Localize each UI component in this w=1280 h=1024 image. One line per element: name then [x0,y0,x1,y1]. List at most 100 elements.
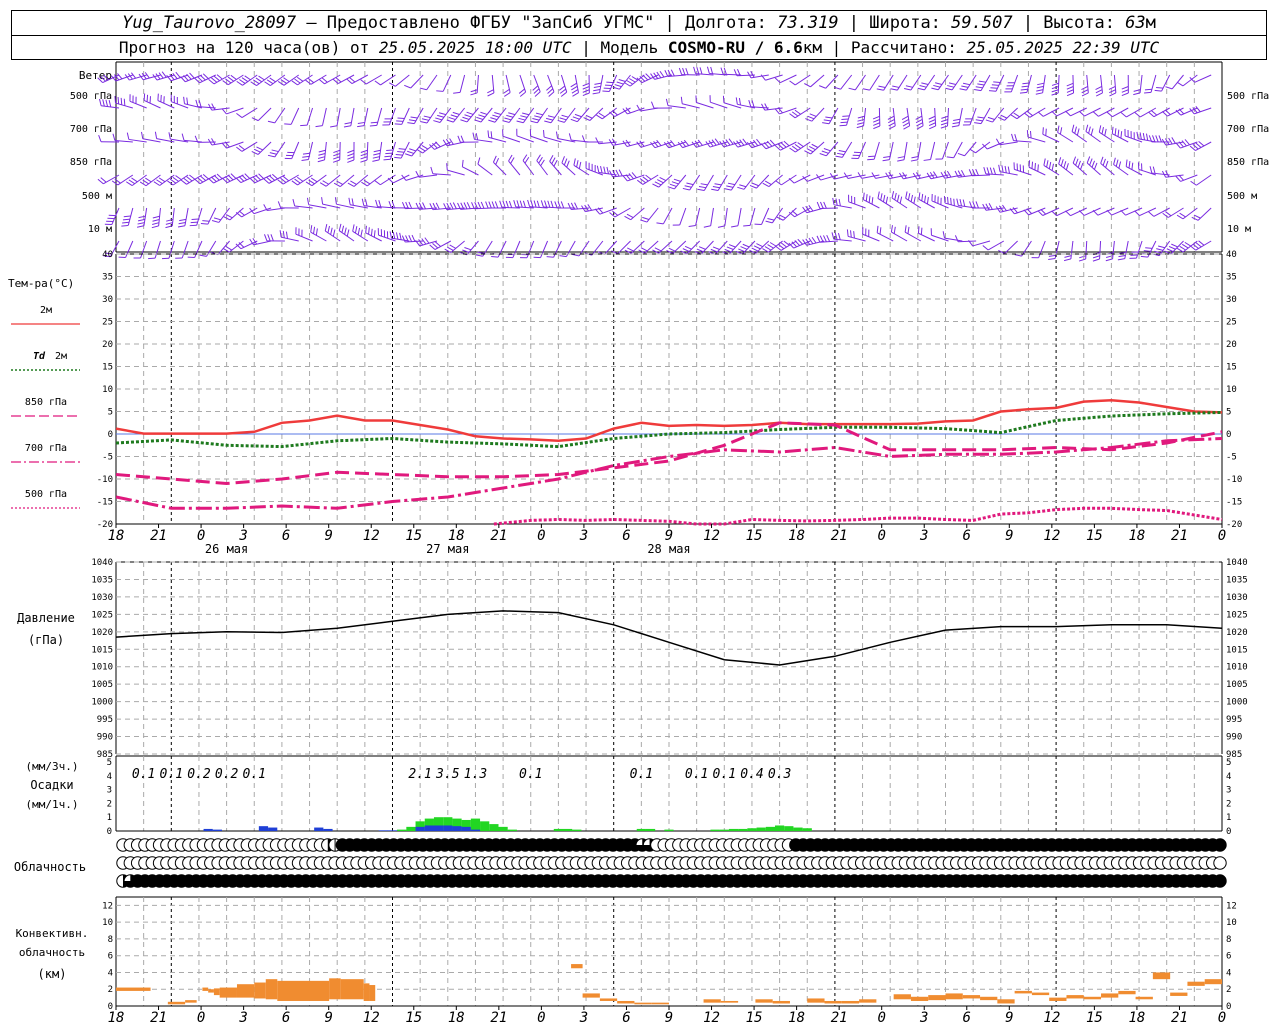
temp-panel-tick-label-right: -5 [1226,453,1237,463]
wind-barb-feather [1065,210,1071,217]
wind-barb [781,174,797,186]
precip-bar-green [406,826,416,831]
wind-barb [857,141,867,159]
precip-bar-blue [258,826,269,831]
wind-barb-feather [249,207,255,214]
wind-barb-feather [1004,165,1007,173]
wind-barb [466,107,479,123]
wind-barb [213,74,230,85]
wind-barb-feather [263,178,270,184]
wind-barb-feather [1057,125,1060,133]
temp-panel-tick-label-left: 20 [102,340,113,350]
wind-barb-feather [819,85,826,89]
wind-barb-feather [404,84,411,89]
wind-barb-feather [1165,86,1173,90]
wind-barb [980,74,991,91]
wind-barb-feather [126,132,130,140]
precip-bar-green [498,826,508,831]
wind-barb-feather [626,80,634,85]
wind-barb-feather [883,155,891,159]
wind-barb-feather [850,230,852,238]
wind-barb-feather [968,169,973,176]
wind-barb-feather [749,185,757,189]
wind-barb-feather [989,167,993,175]
wind-barb-feather [1131,162,1134,170]
wind-barb [891,231,908,242]
wind-barb-feather [1193,214,1201,219]
wind-barb [640,141,659,148]
wind-barb-feather [1095,92,1103,97]
time-axis-bottom-label: 6 [282,1010,290,1024]
wind-barb-feather [216,74,223,80]
temp-panel-tick-label-left: 35 [102,273,113,283]
wind-barb-feather [508,112,516,116]
wind-barb-feather [740,246,748,250]
time-axis-bottom-label: 0 [877,1010,885,1024]
pressure-panel-tick-label-right: 1025 [1226,610,1248,620]
wind-barb-feather [294,178,301,184]
convective-cloud-bar [997,999,1015,1004]
wind-barb-feather [738,97,741,106]
wind-barb [710,207,714,226]
wind-barb-feather [642,216,650,221]
time-axis-mid-label: 3 [579,528,588,544]
wind-barb [497,240,507,258]
wind-barb [703,174,714,191]
time-axis-mid-label: 15 [1086,528,1103,544]
wind-barb-feather [401,174,407,181]
wind-barb-feather [879,227,882,235]
wind-barb [696,102,714,109]
wind-barb-feather [917,226,920,234]
time-axis-bottom-label: 21 [831,1010,848,1024]
wind-barb [1085,131,1101,143]
wind-barb-feather [780,142,787,148]
wind-barb [1124,240,1129,259]
wind-barb-feather [1158,135,1162,143]
wind-barb-feather [1105,258,1113,262]
wind-barb-feather [520,115,528,118]
wind-barb-feather [1001,165,1004,173]
wind-barb-feather [558,85,566,91]
time-axis-bottom-label: 0 [537,1010,545,1024]
wind-barb-feather [594,208,601,215]
wind-barb-feather [697,188,705,191]
precip-tick-label-right: 1 [1226,813,1231,823]
wind-barb-feather [993,81,1001,83]
wind-barb-feather [823,201,827,209]
wind-barb-feather [1176,81,1184,87]
wind-barb [154,240,161,259]
wind-barb-feather [561,114,569,118]
wind-barb-feather [117,73,123,80]
wind-barb-feather [962,199,966,207]
wind-barb-feather [788,177,795,184]
precip-bar-green [563,828,573,831]
wind-barb-feather [492,155,497,163]
wind-barb-feather [728,244,736,248]
wind-barb-feather [688,225,696,227]
wind-barb [674,174,687,190]
wind-barb-feather [1075,158,1079,166]
wind-barb-feather [398,148,406,150]
wind-barb-feather [1048,258,1056,261]
wind-barb-feather [821,150,829,154]
wind-barb [1139,207,1157,217]
wind-barb-feather [682,187,690,191]
time-axis-mid-label: 21 [1171,528,1188,544]
temp-panel-tick-label-right: 5 [1226,408,1231,418]
wind-barb-feather [411,234,416,242]
wind-barb-feather [595,137,600,145]
wind-barb-feather [510,157,515,164]
wind-barb-feather [988,90,997,92]
wind-barb-feather [940,122,948,126]
pressure-panel-tick-label-right: 990 [1226,733,1242,743]
wind-barb-feather [527,199,531,207]
wind-barb-feather [941,119,949,123]
convective-cloud-bar [962,995,981,999]
pressure-panel-tick-label-left: 1035 [91,575,113,585]
wind-barb-feather [555,131,559,139]
wind-barb-feather [1175,142,1181,149]
precip-bar-green [802,828,812,831]
wind-barb [585,168,604,176]
wind-barb-feather [1042,127,1044,135]
wind-barb-feather [572,92,579,97]
